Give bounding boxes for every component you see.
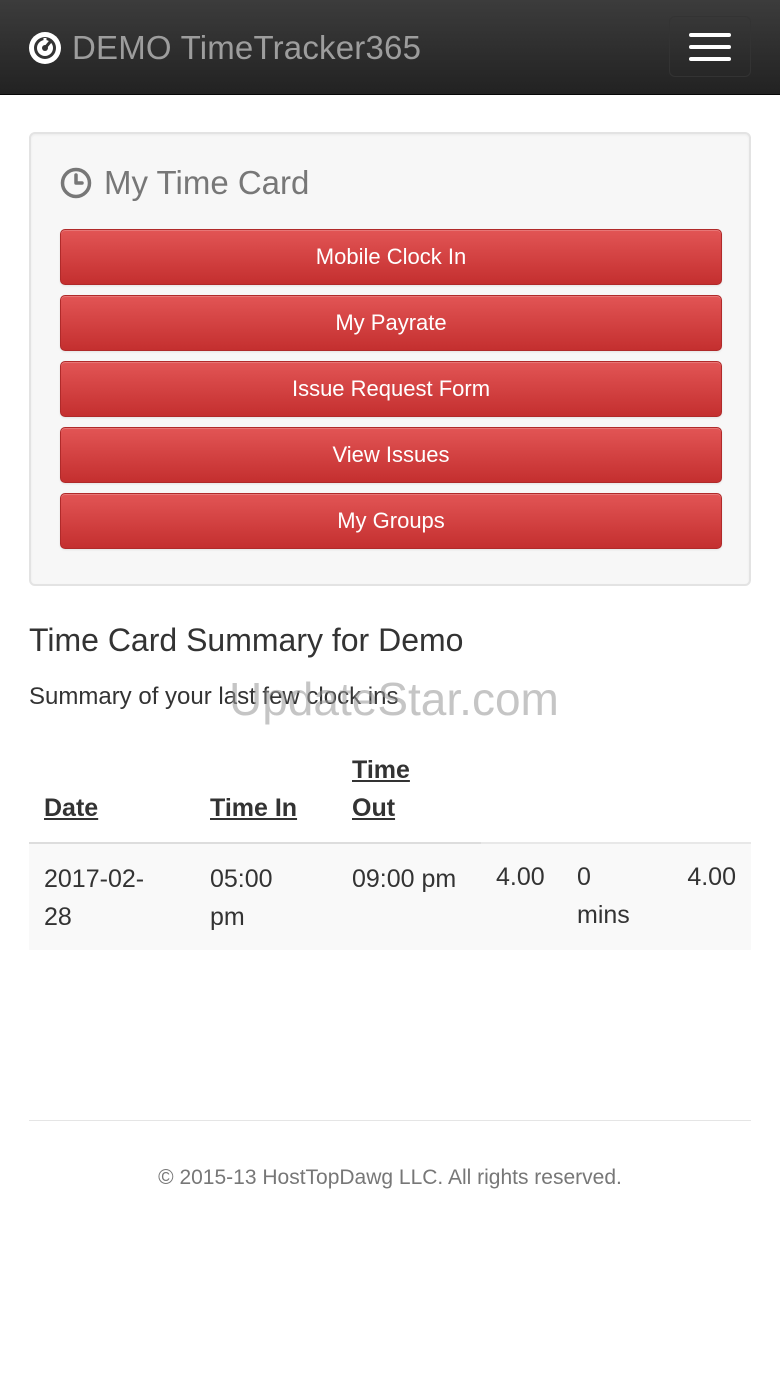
clock-icon [60,167,92,199]
column-header-time-out[interactable]: Time Out [352,751,452,827]
dashboard-icon [29,32,61,64]
menu-toggle-button[interactable] [669,16,751,77]
cell-time-out: 09:00 pm [352,865,457,893]
cell-break: 0 mins [577,863,630,929]
time-card-panel: My Time Card Mobile Clock In My Payrate … [29,132,751,586]
cell-date: 2017-02-28 [44,865,145,931]
my-groups-button[interactable]: My Groups [60,493,722,549]
summary-subtitle: Summary of your last few clock ins [29,683,399,710]
time-card-title: My Time Card [60,164,309,202]
time-card-actions: Mobile Clock In My Payrate Issue Request… [60,229,722,559]
footer-divider [29,1120,751,1121]
brand-link[interactable]: DEMO TimeTracker365 [28,28,421,68]
mobile-clock-in-button[interactable]: Mobile Clock In [60,229,722,285]
time-card-title-text: My Time Card [104,164,310,201]
view-issues-button[interactable]: View Issues [60,427,722,483]
brand-title: DEMO TimeTracker365 [72,29,422,66]
hamburger-bar [689,45,731,49]
cell-total: 4.00 [687,863,736,891]
table-row: 2017-02-28 05:00 pm 09:00 pm 4.00 0 mins… [29,844,751,950]
cell-hours: 4.00 [496,863,545,891]
footer-copyright: © 2015-13 HostTopDawg LLC. All rights re… [158,1166,622,1189]
hamburger-bar [689,57,731,61]
my-payrate-button[interactable]: My Payrate [60,295,722,351]
cell-time-in: 05:00 pm [210,865,273,931]
issue-request-form-button[interactable]: Issue Request Form [60,361,722,417]
column-header-date[interactable]: Date [44,789,98,827]
column-header-time-in[interactable]: Time In [210,789,297,827]
summary-heading: Time Card Summary for Demo [29,622,464,658]
hamburger-menu-icon [689,33,731,37]
navbar: DEMO TimeTracker365 [0,0,780,95]
